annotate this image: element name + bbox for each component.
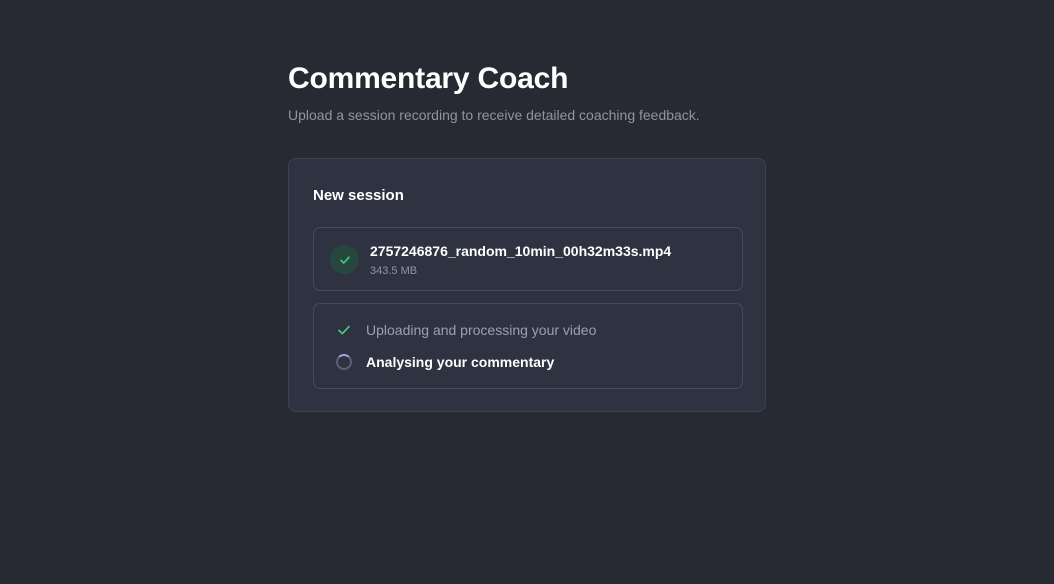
step-analysing: Analysing your commentary [336,352,554,372]
step-label: Uploading and processing your video [366,322,597,338]
page-subtitle: Upload a session recording to receive de… [288,107,700,123]
page: Commentary Coach Upload a session record… [0,0,1054,584]
check-icon [336,322,352,338]
step-uploading: Uploading and processing your video [336,320,596,340]
uploaded-file-item: 2757246876_random_10min_00h32m33s.mp4 34… [313,227,743,291]
card-title: New session [313,187,404,204]
step-label: Analysing your commentary [366,354,555,370]
file-size: 343.5 MB [370,265,418,277]
main-container: Commentary Coach Upload a session record… [288,60,768,412]
file-name: 2757246876_random_10min_00h32m33s.mp4 [370,243,672,259]
page-title: Commentary Coach [288,62,569,95]
check-icon [330,245,359,274]
new-session-card: New session 2757246876_random_10min_00h3… [288,158,766,412]
progress-steps: Uploading and processing your video Anal… [313,303,743,389]
spinner-icon [336,354,352,370]
